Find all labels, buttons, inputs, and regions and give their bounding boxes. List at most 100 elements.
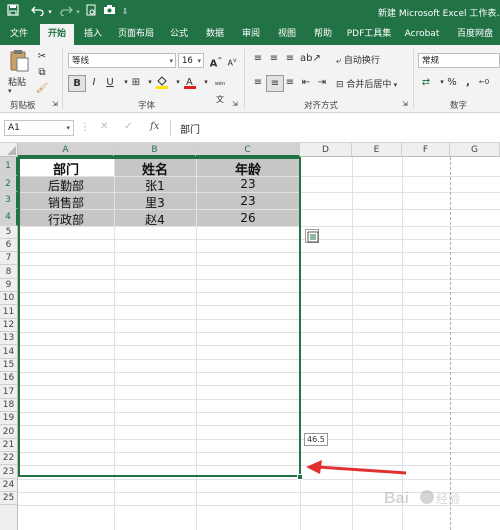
font-color-icon[interactable]: A (182, 75, 198, 90)
column-header-b[interactable]: B (114, 143, 196, 157)
underline-button[interactable]: U (102, 75, 118, 90)
align-middle-icon[interactable]: ≡ (266, 51, 282, 66)
tab-insert[interactable]: 插入 (78, 24, 108, 45)
bold-button[interactable]: B (68, 75, 86, 92)
tab-baidu-netdisk[interactable]: 百度网盘 (452, 24, 498, 45)
row-header-12[interactable]: 12 (0, 319, 18, 332)
tab-pdf-tools[interactable]: PDF工具集 (344, 24, 394, 45)
row-header-21[interactable]: 21 (0, 439, 18, 452)
row-header-6[interactable]: 6 (0, 239, 18, 252)
row-header-10[interactable]: 10 (0, 292, 18, 305)
row-header-5[interactable]: 5 (0, 226, 18, 239)
increase-indent-icon[interactable]: ⇥ (314, 75, 330, 90)
selection-border (18, 157, 301, 477)
customize-icon[interactable]: ⇩ (120, 4, 130, 20)
font-launcher-icon[interactable]: ⇲ (232, 100, 238, 108)
cut-icon[interactable]: ✂ (34, 49, 50, 64)
tab-view[interactable]: 视图 (272, 24, 302, 45)
paste-icon[interactable] (8, 49, 30, 73)
format-painter-icon[interactable]: 🖌 (34, 81, 50, 96)
tab-file[interactable]: 文件 (4, 24, 34, 45)
font-name-select[interactable]: 等线 ▾ (68, 53, 176, 68)
align-bottom-icon[interactable]: ≡ (282, 51, 298, 66)
row-header-22[interactable]: 22 (0, 452, 18, 465)
tab-acrobat[interactable]: Acrobat (400, 24, 444, 45)
row-header-9[interactable]: 9 (0, 279, 18, 292)
shrink-font-button[interactable]: Av (224, 53, 240, 68)
decrease-indent-icon[interactable]: ⇤ (298, 75, 314, 90)
name-box[interactable]: A1 ▾ (4, 120, 74, 136)
undo-icon[interactable] (30, 4, 46, 20)
tab-review[interactable]: 审阅 (236, 24, 266, 45)
wrap-text-icon: ⤶ (336, 56, 344, 66)
title-bar: ▾ ▾ ⇩ 新建 Microsoft Excel 工作表.xlsx (0, 0, 500, 24)
row-header-23[interactable]: 23 (0, 465, 18, 479)
orientation-icon[interactable]: ab↗ (300, 51, 321, 66)
font-size-select[interactable]: 16 ▾ (178, 53, 204, 68)
row-header-18[interactable]: 18 (0, 399, 18, 412)
tab-data[interactable]: 数据 (200, 24, 230, 45)
tab-help[interactable]: 帮助 (308, 24, 338, 45)
enter-icon[interactable]: ✓ (124, 121, 132, 132)
row-header-3[interactable]: 3 (0, 192, 18, 209)
copy-icon[interactable]: ⧉ (34, 65, 50, 80)
row-header-15[interactable]: 15 (0, 359, 18, 372)
column-header-f[interactable]: F (402, 143, 450, 157)
print-preview-icon[interactable] (84, 4, 98, 20)
fill-color-icon[interactable] (154, 75, 170, 90)
wrap-text-button[interactable]: ⤶ 自动换行 (336, 53, 380, 66)
column-header-e[interactable]: E (352, 143, 402, 157)
window-title: 新建 Microsoft Excel 工作表.xlsx (378, 9, 500, 19)
paste-dropdown-icon[interactable]: ▾ (8, 87, 12, 95)
align-right-icon[interactable]: ≡ (282, 75, 298, 90)
column-header-a[interactable]: A (18, 143, 114, 157)
tab-home[interactable]: 开始 (40, 24, 74, 45)
italic-button[interactable]: I (86, 75, 102, 90)
column-header-d[interactable]: D (300, 143, 352, 157)
redo-icon[interactable] (58, 4, 74, 20)
column-header-c[interactable]: C (196, 143, 300, 157)
undo-dropdown-icon[interactable]: ▾ (46, 4, 54, 20)
formula-input[interactable]: 部门 (180, 121, 200, 136)
cancel-icon[interactable]: ✕ (100, 121, 108, 132)
row-header-14[interactable]: 14 (0, 345, 18, 359)
row-header-16[interactable]: 16 (0, 372, 18, 385)
row-header-25[interactable]: 25 (0, 492, 18, 505)
row-header-11[interactable]: 11 (0, 305, 18, 319)
row-header-24[interactable]: 24 (0, 479, 18, 492)
select-all-button[interactable] (0, 143, 18, 157)
align-top-icon[interactable]: ≡ (250, 51, 266, 66)
row-header-8[interactable]: 8 (0, 265, 18, 279)
row-header-13[interactable]: 13 (0, 332, 18, 345)
increase-decimal-icon[interactable]: ←0 (476, 75, 492, 90)
comma-style-button[interactable]: , (460, 75, 476, 90)
ribbon: 粘贴 ▾ ✂ ⧉ 🖌 剪贴板 ⇲ 等线 ▾ 16 ▾ A^ Av B I U ▾ ⊞… (0, 45, 500, 113)
tab-page-layout[interactable]: 页面布局 (114, 24, 158, 45)
merge-dropdown-icon: ▾ (391, 81, 398, 89)
alignment-launcher-icon[interactable]: ⇲ (402, 100, 408, 108)
row-header-1[interactable]: 1 (0, 157, 18, 176)
row-header-2[interactable]: 2 (0, 176, 18, 192)
row-header-19[interactable]: 19 (0, 412, 18, 425)
align-left-icon[interactable]: ≡ (250, 75, 266, 90)
row-header-4[interactable]: 4 (0, 209, 18, 226)
row-header-20[interactable]: 20 (0, 425, 18, 439)
clipboard-launcher-icon[interactable]: ⇲ (52, 100, 58, 108)
merge-center-button[interactable]: ⊟ 合并后居中 ▾ (336, 77, 397, 90)
row-header-7[interactable]: 7 (0, 252, 18, 265)
wrap-text-label: 自动换行 (343, 56, 380, 66)
insert-function-button[interactable]: fx (150, 121, 159, 132)
phonetic-button[interactable]: wén文 (212, 75, 228, 104)
tab-formulas[interactable]: 公式 (164, 24, 194, 45)
column-header-g[interactable]: G (450, 143, 500, 157)
camera-icon[interactable] (102, 4, 116, 20)
row-header-17[interactable]: 17 (0, 385, 18, 399)
quick-analysis-icon[interactable] (305, 229, 319, 243)
save-icon[interactable] (6, 4, 20, 20)
number-format-select[interactable]: 常规 (418, 53, 500, 68)
grow-font-button[interactable]: A^ (208, 53, 224, 69)
spreadsheet-grid[interactable]: A B C D E F G 1 2 3 4 5 6 7 8 9 10 11 12… (0, 143, 500, 530)
accounting-format-icon[interactable]: ⇄ (418, 75, 434, 90)
redo-dropdown-icon[interactable]: ▾ (74, 4, 82, 20)
percent-style-button[interactable]: % (444, 75, 460, 90)
